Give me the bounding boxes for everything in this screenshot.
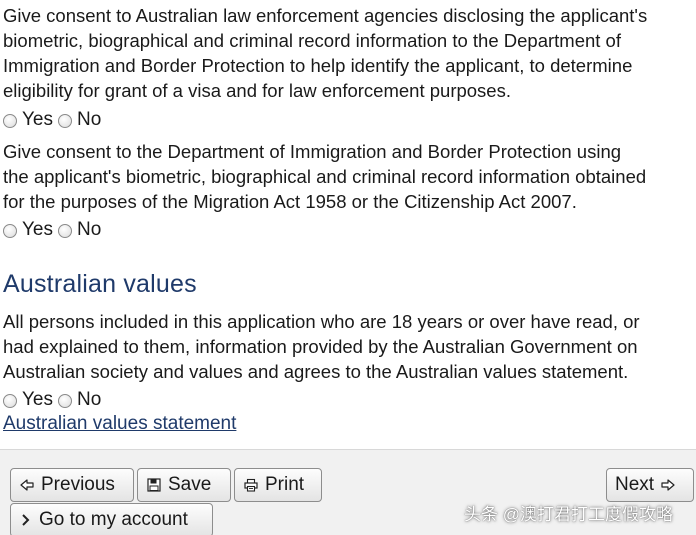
floppy-disk-icon [146,477,162,493]
watermark-text: 头条 @澳打君打工度假攻略 [464,505,673,524]
go-to-my-account-button[interactable]: Go to my account [10,503,213,535]
australian-values-heading: Australian values [3,270,197,298]
printer-icon [243,477,259,493]
australian-values-text: All persons included in this application… [3,309,640,384]
text-line: the applicant's biometric, biographical … [3,166,647,187]
text-line: eligibility for grant of a visa and for … [3,80,511,101]
consent2-no-label[interactable]: No [77,219,101,241]
consent1-no-label[interactable]: No [77,109,101,131]
chevron-right-icon [19,512,31,528]
text-line: Give consent to the Department of Immigr… [3,141,622,162]
consent2-yes-label[interactable]: Yes [22,219,53,241]
previous-label: Previous [41,474,115,495]
go-to-my-account-label: Go to my account [39,509,188,530]
arrow-right-icon [660,477,676,493]
consent1-yes-label[interactable]: Yes [22,109,53,131]
values-yes-label[interactable]: Yes [22,389,53,411]
consent1-yes-radio[interactable] [3,113,17,128]
consent-department-use-text: Give consent to the Department of Immigr… [3,139,646,214]
next-label: Next [615,474,655,495]
text-line: had explained to them, information provi… [3,336,638,357]
australian-values-options: Yes No [3,386,106,414]
text-line: for the purposes of the Migration Act 19… [3,191,577,212]
text-line: Give consent to Australian law enforceme… [3,5,648,26]
text-line: All persons included in this application… [3,311,640,332]
values-yes-radio[interactable] [3,393,17,408]
previous-button[interactable]: Previous [10,468,134,502]
text-line: biometric, biographical and criminal rec… [3,30,621,51]
consent1-no-radio[interactable] [58,113,72,128]
save-button[interactable]: Save [137,468,231,502]
next-button[interactable]: Next [606,468,694,502]
print-label: Print [265,474,305,495]
consent-law-enforcement-options: Yes No [3,106,106,134]
text-line: Immigration and Border Protection to hel… [3,55,633,76]
text-line: Australian society and values and agrees… [3,361,629,382]
australian-values-statement-link[interactable]: Australian values statement [3,413,236,435]
consent2-no-radio[interactable] [58,223,72,238]
print-button[interactable]: Print [234,468,322,502]
values-no-label[interactable]: No [77,389,101,411]
values-no-radio[interactable] [58,393,72,408]
arrow-left-icon [19,477,35,493]
consent2-yes-radio[interactable] [3,223,17,238]
consent-department-use-options: Yes No [3,216,106,244]
save-label: Save [168,474,212,495]
consent-law-enforcement-text: Give consent to Australian law enforceme… [3,3,647,103]
